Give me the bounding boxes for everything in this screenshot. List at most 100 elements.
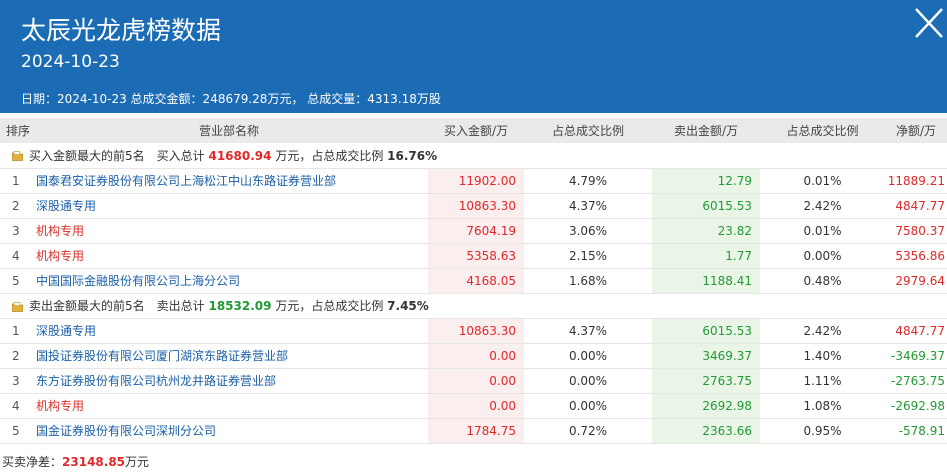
row-sell-ratio: 0.01% [760, 218, 885, 244]
section-ratio: 7.45% [387, 299, 429, 313]
row-sell-ratio: 2.42% [760, 193, 885, 219]
net-difference-unit: 万元 [125, 455, 150, 469]
section-total-prefix: 卖出总计 [156, 299, 205, 313]
branch-link[interactable]: 国金证券股份有限公司深圳分公司 [36, 424, 216, 438]
page-date: 2024-10-23 [21, 52, 120, 72]
dragon-tiger-table: 排序 营业部名称 买入金额/万 占总成交比例 卖出金额/万 占总成交比例 净额/… [0, 118, 947, 444]
branch-link[interactable]: 国泰君安证券股份有限公司上海松江中山东路证券营业部 [36, 174, 336, 188]
table-row: 4 机构专用 0.00 0.00% 2692.98 1.08% -2692.98 [0, 393, 947, 419]
row-rank: 5 [0, 418, 30, 444]
col-header-rank: 排序 [0, 118, 30, 143]
row-buy-ratio: 0.00% [524, 368, 652, 394]
net-difference: 买卖净差：23148.85万元 [2, 454, 149, 470]
row-net-amount: -3469.37 [885, 343, 947, 369]
row-sell-amount: 2692.98 [652, 393, 760, 419]
row-buy-amount: 4168.05 [428, 268, 524, 294]
row-buy-amount: 5358.63 [428, 243, 524, 269]
branch-link[interactable]: 国投证券股份有限公司厦门湖滨东路证券营业部 [36, 349, 288, 363]
row-net-amount: 4847.77 [885, 193, 947, 219]
branch-link[interactable]: 中国国际金融股份有限公司上海分公司 [36, 274, 240, 288]
col-header-net: 净额/万 [885, 118, 947, 143]
row-sell-amount: 6015.53 [652, 318, 760, 344]
row-net-amount: -2763.75 [885, 368, 947, 394]
row-buy-amount: 10863.30 [428, 193, 524, 219]
row-sell-ratio: 2.42% [760, 318, 885, 344]
col-header-sell-amount: 卖出金额/万 [652, 118, 760, 143]
row-branch-cell: 深股通专用 [30, 318, 428, 344]
branch-link[interactable]: 深股通专用 [36, 199, 96, 213]
branch-link[interactable]: 深股通专用 [36, 324, 96, 338]
row-sell-amount: 2763.75 [652, 368, 760, 394]
row-buy-ratio: 4.37% [524, 193, 652, 219]
table-row: 3 东方证券股份有限公司杭州龙井路证券营业部 0.00 0.00% 2763.75 1.1… [0, 368, 947, 394]
row-sell-amount: 23.82 [652, 218, 760, 244]
table-row: 4 机构专用 5358.63 2.15% 1.77 0.00% 5356.86 [0, 243, 947, 269]
table-row: 2 深股通专用 10863.30 4.37% 6015.53 2.42% 4847.77 [0, 193, 947, 219]
row-rank: 3 [0, 218, 30, 244]
row-sell-ratio: 1.08% [760, 393, 885, 419]
row-buy-ratio: 2.15% [524, 243, 652, 269]
row-branch-cell: 机构专用 [30, 218, 428, 244]
row-buy-amount: 0.00 [428, 343, 524, 369]
row-rank: 2 [0, 193, 30, 219]
page-title: 太辰光龙虎榜数据 [21, 16, 222, 45]
row-branch-cell: 机构专用 [30, 393, 428, 419]
row-net-amount: 11889.21 [885, 168, 947, 194]
branch-link[interactable]: 机构专用 [36, 399, 84, 413]
table-row: 5 中国国际金融股份有限公司上海分公司 4168.05 1.68% 1188.41 0.4… [0, 268, 947, 294]
section-ratio: 16.76% [387, 148, 438, 163]
row-sell-ratio: 0.95% [760, 418, 885, 444]
branch-link[interactable]: 东方证券股份有限公司杭州龙井路证券营业部 [36, 374, 276, 388]
row-sell-ratio: 0.01% [760, 168, 885, 194]
row-sell-amount: 3469.37 [652, 343, 760, 369]
net-difference-label: 买卖净差： [2, 455, 63, 469]
row-branch-cell: 机构专用 [30, 243, 428, 269]
section-total-prefix: 买入总计 [156, 148, 205, 163]
row-buy-amount: 7604.19 [428, 218, 524, 244]
row-buy-ratio: 3.06% [524, 218, 652, 244]
trade-summary: 日期：2024-10-23 总成交金额：248679.28万元， 总成交量：43… [21, 92, 441, 106]
row-sell-amount: 1.77 [652, 243, 760, 269]
table-row: 1 国泰君安证券股份有限公司上海松江中山东路证券营业部 11902.00 4.79% 1… [0, 168, 947, 194]
row-rank: 4 [0, 243, 30, 269]
row-sell-ratio: 0.00% [760, 243, 885, 269]
row-buy-ratio: 1.68% [524, 268, 652, 294]
row-buy-amount: 10863.30 [428, 318, 524, 344]
branch-link[interactable]: 机构专用 [36, 224, 84, 238]
row-buy-ratio: 0.00% [524, 343, 652, 369]
row-sell-ratio: 0.48% [760, 268, 885, 294]
row-buy-ratio: 0.72% [524, 418, 652, 444]
row-net-amount: 5356.86 [885, 243, 947, 269]
row-buy-ratio: 0.00% [524, 393, 652, 419]
row-buy-amount: 11902.00 [428, 168, 524, 194]
section-total-value: 18532.09 [208, 299, 272, 313]
row-net-amount: -2692.98 [885, 393, 947, 419]
row-rank: 4 [0, 393, 30, 419]
table-row: 3 机构专用 7604.19 3.06% 23.82 0.01% 7580.37 [0, 218, 947, 244]
row-net-amount: 7580.37 [885, 218, 947, 244]
net-difference-value: 23148.85 [62, 455, 126, 469]
col-header-sell-ratio: 占总成交比例 [760, 118, 885, 143]
row-net-amount: -578.91 [885, 418, 947, 444]
branch-link[interactable]: 机构专用 [36, 249, 84, 263]
close-button[interactable] [912, 4, 946, 42]
row-buy-ratio: 4.79% [524, 168, 652, 194]
row-branch-cell: 东方证券股份有限公司杭州龙井路证券营业部 [30, 368, 428, 394]
row-buy-amount: 1784.75 [428, 418, 524, 444]
row-rank: 1 [0, 318, 30, 344]
table-row: 5 国金证券股份有限公司深圳分公司 1784.75 0.72% 2363.66 0.95%… [0, 418, 947, 444]
buy-section-header: 买入金额最大的前5名 买入总计 41680.94 万元，占总成交比例 16.76% [0, 143, 947, 169]
row-branch-cell: 国金证券股份有限公司深圳分公司 [30, 418, 428, 444]
sell-section-header: 卖出金额最大的前5名 卖出总计 18532.09 万元，占总成交比例 7.45% [0, 293, 947, 319]
close-icon [915, 8, 943, 38]
row-branch-cell: 中国国际金融股份有限公司上海分公司 [30, 268, 428, 294]
table-row: 2 国投证券股份有限公司厦门湖滨东路证券营业部 0.00 0.00% 3469.37 1.… [0, 343, 947, 369]
header-banner: 太辰光龙虎榜数据 2024-10-23 日期：2024-10-23 总成交金额：… [0, 0, 947, 113]
row-rank: 3 [0, 368, 30, 394]
row-buy-amount: 0.00 [428, 368, 524, 394]
row-sell-amount: 1188.41 [652, 268, 760, 294]
row-buy-ratio: 4.37% [524, 318, 652, 344]
row-net-amount: 4847.77 [885, 318, 947, 344]
section-total-value: 41680.94 [208, 148, 272, 163]
row-sell-amount: 12.79 [652, 168, 760, 194]
